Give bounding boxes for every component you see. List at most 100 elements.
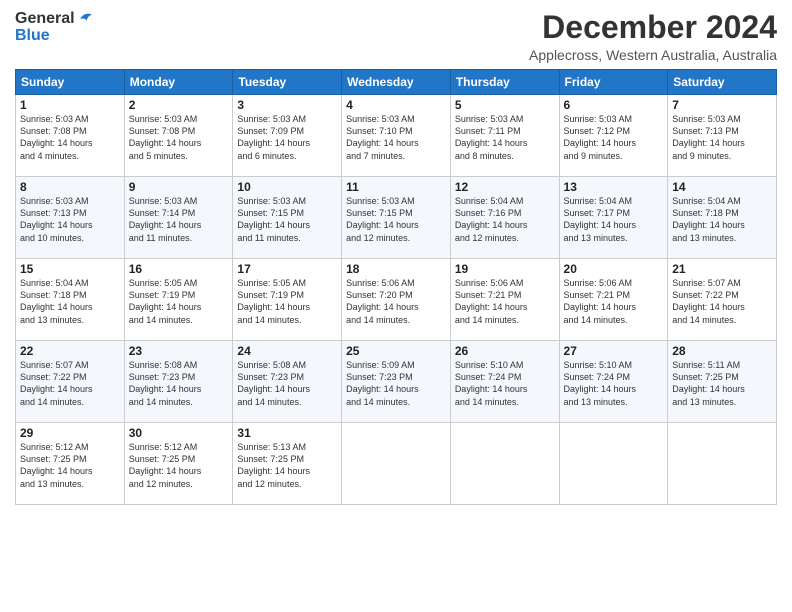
day-info: Sunrise: 5:03 AMSunset: 7:14 PMDaylight:…: [129, 195, 229, 244]
table-row: 12Sunrise: 5:04 AMSunset: 7:16 PMDayligh…: [450, 177, 559, 259]
col-saturday: Saturday: [668, 70, 777, 95]
day-number: 30: [129, 426, 229, 440]
day-info: Sunrise: 5:06 AMSunset: 7:21 PMDaylight:…: [564, 277, 664, 326]
day-info: Sunrise: 5:03 AMSunset: 7:12 PMDaylight:…: [564, 113, 664, 162]
day-info: Sunrise: 5:08 AMSunset: 7:23 PMDaylight:…: [237, 359, 337, 408]
table-row: 23Sunrise: 5:08 AMSunset: 7:23 PMDayligh…: [124, 341, 233, 423]
table-row: 10Sunrise: 5:03 AMSunset: 7:15 PMDayligh…: [233, 177, 342, 259]
table-row: 14Sunrise: 5:04 AMSunset: 7:18 PMDayligh…: [668, 177, 777, 259]
day-number: 31: [237, 426, 337, 440]
day-info: Sunrise: 5:06 AMSunset: 7:21 PMDaylight:…: [455, 277, 555, 326]
day-number: 14: [672, 180, 772, 194]
day-info: Sunrise: 5:03 AMSunset: 7:13 PMDaylight:…: [672, 113, 772, 162]
day-number: 8: [20, 180, 120, 194]
day-info: Sunrise: 5:07 AMSunset: 7:22 PMDaylight:…: [20, 359, 120, 408]
day-info: Sunrise: 5:03 AMSunset: 7:15 PMDaylight:…: [237, 195, 337, 244]
day-info: Sunrise: 5:06 AMSunset: 7:20 PMDaylight:…: [346, 277, 446, 326]
day-info: Sunrise: 5:07 AMSunset: 7:22 PMDaylight:…: [672, 277, 772, 326]
day-info: Sunrise: 5:10 AMSunset: 7:24 PMDaylight:…: [564, 359, 664, 408]
day-info: Sunrise: 5:12 AMSunset: 7:25 PMDaylight:…: [20, 441, 120, 490]
table-row: 18Sunrise: 5:06 AMSunset: 7:20 PMDayligh…: [342, 259, 451, 341]
table-row: 24Sunrise: 5:08 AMSunset: 7:23 PMDayligh…: [233, 341, 342, 423]
calendar-page: General Blue December 2024 Applecross, W…: [0, 0, 792, 612]
day-number: 9: [129, 180, 229, 194]
table-row: 28Sunrise: 5:11 AMSunset: 7:25 PMDayligh…: [668, 341, 777, 423]
table-row: 29Sunrise: 5:12 AMSunset: 7:25 PMDayligh…: [16, 423, 125, 505]
table-row: [668, 423, 777, 505]
calendar-week-row: 8Sunrise: 5:03 AMSunset: 7:13 PMDaylight…: [16, 177, 777, 259]
subtitle: Applecross, Western Australia, Australia: [95, 47, 777, 63]
logo-line1: General: [15, 10, 95, 29]
table-row: 26Sunrise: 5:10 AMSunset: 7:24 PMDayligh…: [450, 341, 559, 423]
col-monday: Monday: [124, 70, 233, 95]
table-row: 21Sunrise: 5:07 AMSunset: 7:22 PMDayligh…: [668, 259, 777, 341]
day-info: Sunrise: 5:11 AMSunset: 7:25 PMDaylight:…: [672, 359, 772, 408]
day-number: 19: [455, 262, 555, 276]
day-number: 22: [20, 344, 120, 358]
table-row: 5Sunrise: 5:03 AMSunset: 7:11 PMDaylight…: [450, 95, 559, 177]
table-row: 7Sunrise: 5:03 AMSunset: 7:13 PMDaylight…: [668, 95, 777, 177]
table-row: 27Sunrise: 5:10 AMSunset: 7:24 PMDayligh…: [559, 341, 668, 423]
table-row: 2Sunrise: 5:03 AMSunset: 7:08 PMDaylight…: [124, 95, 233, 177]
day-number: 17: [237, 262, 337, 276]
table-row: 16Sunrise: 5:05 AMSunset: 7:19 PMDayligh…: [124, 259, 233, 341]
day-info: Sunrise: 5:04 AMSunset: 7:16 PMDaylight:…: [455, 195, 555, 244]
calendar-week-row: 29Sunrise: 5:12 AMSunset: 7:25 PMDayligh…: [16, 423, 777, 505]
col-wednesday: Wednesday: [342, 70, 451, 95]
table-row: 6Sunrise: 5:03 AMSunset: 7:12 PMDaylight…: [559, 95, 668, 177]
table-row: 3Sunrise: 5:03 AMSunset: 7:09 PMDaylight…: [233, 95, 342, 177]
col-thursday: Thursday: [450, 70, 559, 95]
table-row: 4Sunrise: 5:03 AMSunset: 7:10 PMDaylight…: [342, 95, 451, 177]
table-row: [559, 423, 668, 505]
day-info: Sunrise: 5:03 AMSunset: 7:08 PMDaylight:…: [129, 113, 229, 162]
day-info: Sunrise: 5:08 AMSunset: 7:23 PMDaylight:…: [129, 359, 229, 408]
table-row: 8Sunrise: 5:03 AMSunset: 7:13 PMDaylight…: [16, 177, 125, 259]
day-number: 23: [129, 344, 229, 358]
day-number: 10: [237, 180, 337, 194]
logo-line2: Blue: [15, 27, 95, 45]
day-info: Sunrise: 5:05 AMSunset: 7:19 PMDaylight:…: [129, 277, 229, 326]
calendar-week-row: 1Sunrise: 5:03 AMSunset: 7:08 PMDaylight…: [16, 95, 777, 177]
calendar-week-row: 15Sunrise: 5:04 AMSunset: 7:18 PMDayligh…: [16, 259, 777, 341]
day-number: 12: [455, 180, 555, 194]
table-row: 9Sunrise: 5:03 AMSunset: 7:14 PMDaylight…: [124, 177, 233, 259]
col-tuesday: Tuesday: [233, 70, 342, 95]
day-info: Sunrise: 5:04 AMSunset: 7:18 PMDaylight:…: [20, 277, 120, 326]
day-number: 11: [346, 180, 446, 194]
month-title: December 2024: [95, 10, 777, 45]
day-info: Sunrise: 5:03 AMSunset: 7:09 PMDaylight:…: [237, 113, 337, 162]
day-number: 6: [564, 98, 664, 112]
table-row: 25Sunrise: 5:09 AMSunset: 7:23 PMDayligh…: [342, 341, 451, 423]
day-info: Sunrise: 5:03 AMSunset: 7:10 PMDaylight:…: [346, 113, 446, 162]
table-row: 30Sunrise: 5:12 AMSunset: 7:25 PMDayligh…: [124, 423, 233, 505]
day-info: Sunrise: 5:13 AMSunset: 7:25 PMDaylight:…: [237, 441, 337, 490]
day-info: Sunrise: 5:09 AMSunset: 7:23 PMDaylight:…: [346, 359, 446, 408]
day-number: 20: [564, 262, 664, 276]
day-info: Sunrise: 5:03 AMSunset: 7:11 PMDaylight:…: [455, 113, 555, 162]
day-number: 16: [129, 262, 229, 276]
table-row: [450, 423, 559, 505]
title-block: December 2024 Applecross, Western Austra…: [95, 10, 777, 63]
day-info: Sunrise: 5:05 AMSunset: 7:19 PMDaylight:…: [237, 277, 337, 326]
logo: General Blue: [15, 10, 95, 45]
day-number: 18: [346, 262, 446, 276]
table-row: 20Sunrise: 5:06 AMSunset: 7:21 PMDayligh…: [559, 259, 668, 341]
table-row: 31Sunrise: 5:13 AMSunset: 7:25 PMDayligh…: [233, 423, 342, 505]
day-number: 26: [455, 344, 555, 358]
day-number: 15: [20, 262, 120, 276]
calendar-body: 1Sunrise: 5:03 AMSunset: 7:08 PMDaylight…: [16, 95, 777, 505]
day-info: Sunrise: 5:04 AMSunset: 7:18 PMDaylight:…: [672, 195, 772, 244]
day-number: 29: [20, 426, 120, 440]
day-number: 5: [455, 98, 555, 112]
table-row: 15Sunrise: 5:04 AMSunset: 7:18 PMDayligh…: [16, 259, 125, 341]
day-number: 2: [129, 98, 229, 112]
calendar-table: Sunday Monday Tuesday Wednesday Thursday…: [15, 69, 777, 505]
table-row: 22Sunrise: 5:07 AMSunset: 7:22 PMDayligh…: [16, 341, 125, 423]
day-info: Sunrise: 5:03 AMSunset: 7:08 PMDaylight:…: [20, 113, 120, 162]
day-number: 4: [346, 98, 446, 112]
table-row: [342, 423, 451, 505]
day-number: 25: [346, 344, 446, 358]
calendar-header-row: Sunday Monday Tuesday Wednesday Thursday…: [16, 70, 777, 95]
day-number: 27: [564, 344, 664, 358]
day-number: 1: [20, 98, 120, 112]
